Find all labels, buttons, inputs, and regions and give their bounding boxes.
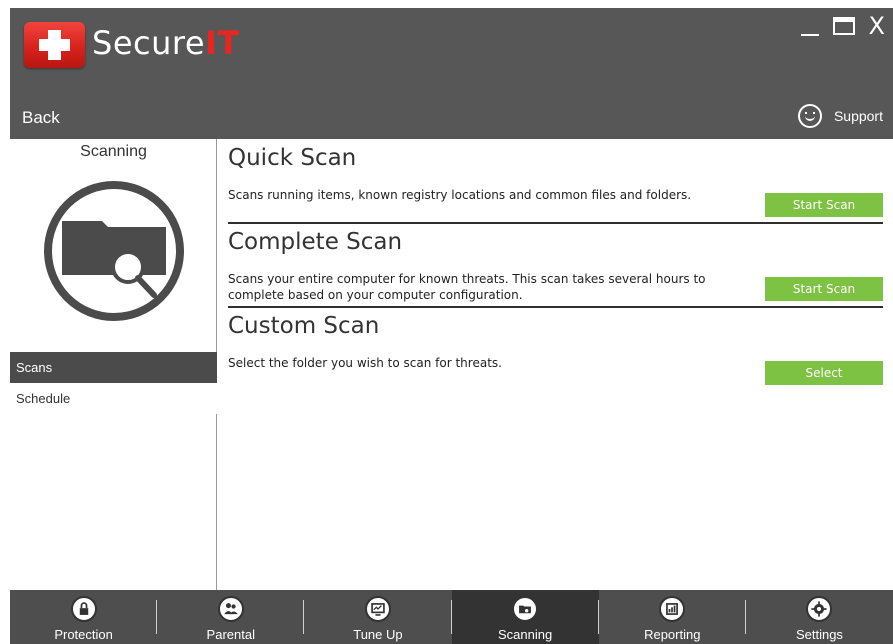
complete-scan-description: Scans your entire computer for known thr… <box>228 272 706 302</box>
maximize-button[interactable] <box>832 17 855 35</box>
sidebar-title: Scanning <box>80 143 147 160</box>
bottom-nav: Protection Parental Tune Up Scanning Rep… <box>10 590 893 644</box>
tab-settings[interactable]: Settings <box>746 590 893 644</box>
custom-scan-section: Custom Scan Select the folder you wish t… <box>228 313 883 393</box>
tab-protection[interactable]: Protection <box>10 590 158 644</box>
title-bar: SecureIT X Back Support <box>10 8 893 139</box>
scanning-emblem-icon <box>44 181 184 321</box>
tab-label: Settings <box>795 627 843 642</box>
scan-folder-icon <box>512 596 539 622</box>
app-window: SecureIT X Back Support Scanning Scans S… <box>10 8 893 644</box>
chart-icon <box>659 596 686 622</box>
tab-parental[interactable]: Parental <box>157 590 305 644</box>
main-content: Quick Scan Scans running items, known re… <box>218 139 893 590</box>
tab-tune-up[interactable]: Tune Up <box>304 590 452 644</box>
tab-label: Tune Up <box>353 627 403 642</box>
tab-label: Scanning <box>497 627 553 642</box>
app-brand: SecureIT <box>92 24 240 62</box>
sidebar-item-schedule[interactable]: Schedule <box>10 383 217 414</box>
quick-scan-title: Quick Scan <box>228 145 357 171</box>
minimize-button[interactable] <box>800 16 819 36</box>
monitor-icon <box>364 596 391 622</box>
brand-accent: IT <box>205 24 240 62</box>
people-icon <box>217 596 244 622</box>
complete-scan-title: Complete Scan <box>228 229 403 255</box>
complete-scan-section: Complete Scan Scans your entire computer… <box>228 229 883 309</box>
quick-scan-section: Quick Scan Scans running items, known re… <box>228 145 883 225</box>
custom-scan-description: Select the folder you wish to scan for t… <box>228 356 502 370</box>
close-button[interactable]: X <box>869 14 885 38</box>
back-button[interactable]: Back <box>22 108 60 128</box>
window-controls: X <box>800 14 885 38</box>
support-link[interactable]: Support <box>797 104 883 128</box>
custom-scan-select-button[interactable]: Select <box>765 361 883 385</box>
support-label: Support <box>833 108 883 124</box>
logo-icon <box>24 22 85 68</box>
tab-label: Parental <box>206 627 255 642</box>
custom-scan-title: Custom Scan <box>228 313 380 339</box>
complete-scan-start-button[interactable]: Start Scan <box>765 277 883 301</box>
section-divider <box>228 222 883 224</box>
brand-main: Secure <box>92 24 206 62</box>
sidebar-item-scans[interactable]: Scans <box>10 352 217 383</box>
quick-scan-description: Scans running items, known registry loca… <box>228 188 692 202</box>
section-divider <box>228 306 883 308</box>
lock-icon <box>70 596 97 622</box>
tab-label: Protection <box>54 627 113 642</box>
tab-label: Reporting <box>644 627 701 642</box>
support-icon <box>797 104 822 128</box>
gear-icon <box>806 596 833 622</box>
tab-reporting[interactable]: Reporting <box>599 590 746 644</box>
sidebar: Scanning Scans Schedule <box>10 139 217 590</box>
quick-scan-start-button[interactable]: Start Scan <box>765 193 883 217</box>
tab-scanning[interactable]: Scanning <box>451 590 599 644</box>
